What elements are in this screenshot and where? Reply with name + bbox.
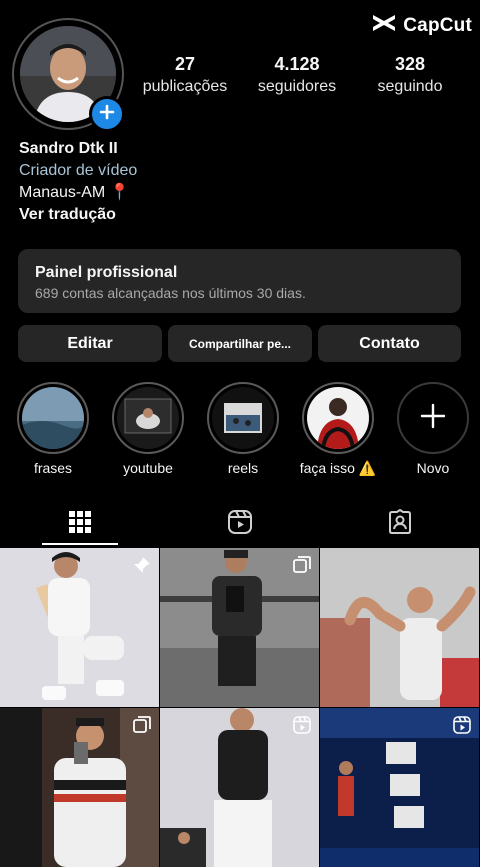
- highlight-youtube[interactable]: youtube: [109, 382, 187, 476]
- highlight-ring: [17, 382, 89, 454]
- profile-location: Manaus-AM 📍: [19, 184, 130, 201]
- tagged-icon: [387, 508, 413, 540]
- reels-icon: [227, 509, 253, 540]
- pin-icon: [133, 556, 151, 579]
- highlight-ring: [207, 382, 279, 454]
- highlight-frases[interactable]: frases: [14, 382, 92, 476]
- highlight-cover: [117, 387, 179, 449]
- dashboard-title: Painel profissional: [35, 264, 178, 281]
- tab-grid[interactable]: [0, 502, 160, 546]
- dashboard-subtitle: 689 contas alcançadas nos últimos 30 dia…: [35, 285, 306, 301]
- profile-name: Sandro Dtk II: [19, 140, 118, 157]
- highlight-label: youtube: [123, 460, 173, 476]
- stat-label: publicações: [142, 78, 228, 95]
- active-tab-indicator: [42, 543, 118, 545]
- stat-value: 328: [394, 54, 426, 74]
- post-tile[interactable]: [0, 548, 159, 707]
- stat-seguindo[interactable]: 328 seguindo: [355, 54, 465, 98]
- post-tile[interactable]: [320, 548, 479, 707]
- highlight-ring: [112, 382, 184, 454]
- highlight-label: reels: [227, 460, 259, 476]
- capcut-watermark-text: CapCut: [403, 14, 472, 36]
- reel-icon: [453, 716, 471, 739]
- new-highlight-ring: [397, 382, 469, 454]
- reel-icon: [293, 716, 311, 739]
- highlight-label: faça isso ⚠️: [299, 460, 377, 476]
- translate-link[interactable]: Ver tradução: [19, 204, 137, 226]
- add-story-button[interactable]: [89, 96, 125, 132]
- tab-reels[interactable]: [160, 502, 320, 546]
- plus-icon: [99, 104, 115, 125]
- highlight-cover: [212, 387, 274, 449]
- stat-value: 4.128: [274, 54, 320, 74]
- highlight-cover: [22, 387, 84, 449]
- stat-seguidores[interactable]: 4.128 seguidores: [242, 54, 352, 98]
- capcut-watermark: CapCut: [371, 12, 472, 39]
- post-tile[interactable]: [320, 708, 479, 867]
- highlight-label: frases: [33, 460, 73, 476]
- stat-value: 27: [174, 54, 196, 74]
- stat-label: seguidores: [257, 78, 337, 95]
- highlight-label: Novo: [416, 460, 450, 476]
- grid-icon: [68, 510, 92, 539]
- post-tile[interactable]: [160, 548, 319, 707]
- highlight-ring: [302, 382, 374, 454]
- profile-tabs: [0, 502, 480, 546]
- highlight-cover: [307, 387, 369, 449]
- highlight-faca-isso[interactable]: faça isso ⚠️: [299, 382, 377, 477]
- carousel-icon: [133, 716, 151, 739]
- stat-label: seguindo: [377, 78, 443, 95]
- stat-publicacoes[interactable]: 27 publicações: [130, 54, 240, 98]
- highlight-reels[interactable]: reels: [204, 382, 282, 476]
- plus-icon: [420, 403, 446, 434]
- post-tile[interactable]: [160, 708, 319, 867]
- profile-category[interactable]: Criador de vídeo: [19, 160, 137, 182]
- new-highlight-button[interactable]: Novo: [394, 382, 472, 476]
- post-tile[interactable]: [0, 708, 159, 867]
- edit-profile-button[interactable]: Editar: [18, 325, 162, 362]
- contact-button[interactable]: Contato: [318, 325, 461, 362]
- professional-dashboard[interactable]: Painel profissional 689 contas alcançada…: [18, 249, 461, 313]
- tab-tagged[interactable]: [320, 502, 480, 546]
- carousel-icon: [293, 556, 311, 579]
- profile-bio: Sandro Dtk II Criador de vídeo Manaus-AM…: [19, 138, 137, 226]
- capcut-logo-icon: [371, 12, 397, 39]
- share-profile-button[interactable]: Compartilhar pe...: [168, 325, 312, 362]
